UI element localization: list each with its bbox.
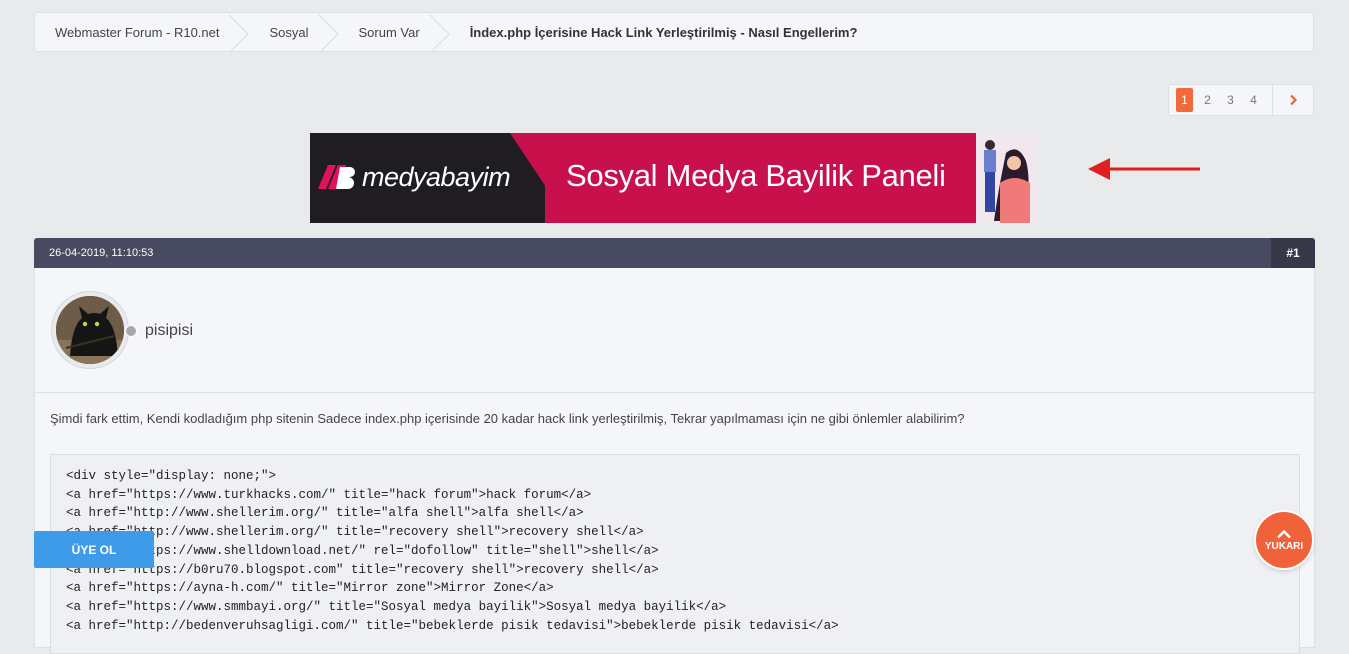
red-arrow-icon <box>1088 158 1200 180</box>
ad-illustration <box>976 133 1038 223</box>
chevron-right-icon <box>1290 94 1298 106</box>
medyabayim-logo-icon <box>318 165 355 189</box>
code-line: <a href="https://b0ru70.blogspot.com" ti… <box>66 562 659 577</box>
breadcrumb-item-sosyal[interactable]: Sosyal <box>239 13 328 51</box>
post-number-link[interactable]: #1 <box>1271 238 1315 268</box>
breadcrumb: Webmaster Forum - R10.net Sosyal Sorum V… <box>34 12 1314 52</box>
code-line: <a href="http://bedenveruhsagligi.com/" … <box>66 618 839 633</box>
ad-headline: Sosyal Medya Bayilik Paneli <box>566 158 946 193</box>
page-link-4[interactable]: 4 <box>1242 88 1265 112</box>
page-link-2[interactable]: 2 <box>1196 88 1219 112</box>
page-link-1[interactable]: 1 <box>1176 88 1193 112</box>
breadcrumb-item-home[interactable]: Webmaster Forum - R10.net <box>35 13 239 51</box>
ad-logo: medyabayim <box>316 161 511 193</box>
breadcrumb-item-current: İndex.php İçerisine Hack Link Yerleştiri… <box>469 24 858 40</box>
code-line: <a href="http://www.shellerim.org/" titl… <box>66 506 584 521</box>
code-line: <div style="display: none;"> <box>66 469 277 483</box>
post-date: 26-04-2019, 11:10:53 <box>49 247 154 259</box>
post-header: 26-04-2019, 11:10:53 #1 <box>34 238 1315 268</box>
people-illustration-icon <box>976 133 1038 223</box>
post-author-username[interactable]: pisipisi <box>145 322 193 340</box>
cat-avatar-icon <box>56 296 124 364</box>
signup-button[interactable]: ÜYE OL <box>34 531 154 568</box>
post-body: pisipisi Şimdi fark ettim, Kendi kodladı… <box>34 268 1315 654</box>
post-author-section: pisipisi <box>35 268 1314 393</box>
code-line: <a href="https://www.turkhacks.com/" tit… <box>66 487 592 502</box>
code-line: <a href="https://www.smmbayi.org/" title… <box>66 599 727 614</box>
next-page-button[interactable] <box>1272 85 1313 115</box>
avatar[interactable] <box>51 291 129 369</box>
breadcrumb-item-sorum-var[interactable]: Sorum Var <box>329 13 440 51</box>
code-line: <a href="https://ayna-h.com/" title="Mir… <box>66 581 554 596</box>
code-line: <a href="https://www.shelldownload.net/"… <box>66 543 659 558</box>
chevron-up-icon <box>1277 529 1291 538</box>
offline-status-icon <box>125 325 137 337</box>
code-block: <div style="display: none;"> <a href="htt… <box>50 454 1300 654</box>
code-line: <a href="http://www.shellerim.org/" titl… <box>66 525 644 540</box>
post-message: Şimdi fark ettim, Kendi kodladığım php s… <box>50 411 965 426</box>
page-link-3[interactable]: 3 <box>1219 88 1242 112</box>
ad-banner[interactable]: medyabayim Sosyal Medya Bayilik Paneli <box>310 133 1038 223</box>
ad-brand: medyabayim <box>362 161 511 192</box>
pagination: 1 2 3 4 <box>1168 84 1314 116</box>
scroll-top-label: YUKARI <box>1264 540 1304 552</box>
scroll-top-button[interactable]: YUKARI <box>1256 512 1312 568</box>
